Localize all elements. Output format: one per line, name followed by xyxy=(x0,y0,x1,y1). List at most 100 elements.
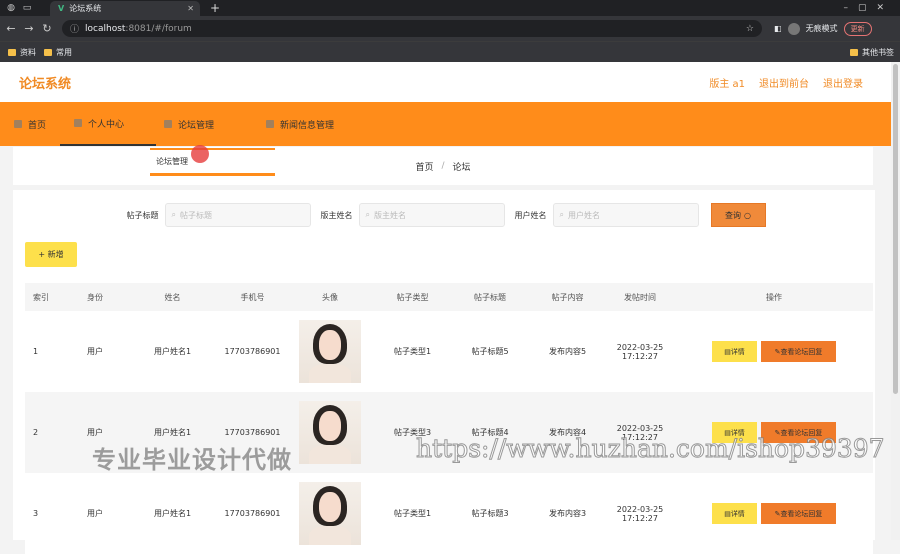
cell-actions: ▤ 详情 ✎ 查看论坛回复 xyxy=(675,311,873,392)
cell-time: 2022-03-25 17:12:27 xyxy=(605,473,675,554)
query-button[interactable]: 查询 ○ xyxy=(710,203,766,227)
avatar-image xyxy=(299,401,361,464)
browser-tab[interactable]: V 论坛系统 ✕ xyxy=(50,1,200,16)
doc-icon: ▤ xyxy=(724,347,731,356)
detail-button[interactable]: ▤ 详情 xyxy=(712,341,757,362)
browser-tab-strip: ◍ ▭ V 论坛系统 ✕ + –▢✕ xyxy=(0,0,900,16)
bookmarks-bar: 资料 常用 其他书签 xyxy=(0,41,900,62)
submenu-item-forum-manage[interactable]: 论坛管理 xyxy=(156,157,188,166)
close-tab-icon[interactable]: ✕ xyxy=(187,4,194,13)
main-menu: 首页 个人中心 论坛管理 新闻信息管理 xyxy=(0,102,891,146)
incognito-label: 无痕模式 xyxy=(805,24,838,33)
watermark-text: 专业毕业设计代做 xyxy=(92,446,292,474)
table-row: 1 用户 用户姓名1 17703786901 帖子类型1 帖子标题5 发布内容5… xyxy=(25,311,873,392)
cell-name: 用户姓名1 xyxy=(125,473,220,554)
front-link[interactable]: 退出到前台 xyxy=(759,75,809,90)
folder-icon xyxy=(44,48,52,56)
tab-search-icon[interactable]: ▭ xyxy=(22,3,32,13)
side-panel-icon[interactable]: ◧ xyxy=(774,24,782,33)
incognito-avatar-icon[interactable] xyxy=(787,22,800,35)
post-title-input[interactable]: ⌕ 帖子标题 xyxy=(164,203,311,227)
scrollbar-thumb[interactable] xyxy=(893,64,898,394)
watermark-url: https://www.huzhan.com/ishop39397 xyxy=(416,434,886,464)
search-label-user: 用户姓名 xyxy=(514,210,547,220)
breadcrumb-home[interactable]: 首页 xyxy=(415,160,433,173)
user-name-input[interactable]: ⌕ 用户姓名 xyxy=(552,203,699,227)
forward-icon[interactable]: → xyxy=(22,22,36,35)
detail-button[interactable]: ▤ 详情 xyxy=(712,503,757,524)
column-header: 身份 xyxy=(65,283,125,311)
submenu-dropdown: 论坛管理 xyxy=(150,148,275,176)
column-header: 操作 xyxy=(675,283,873,311)
bookmark-star-icon[interactable]: ☆ xyxy=(746,24,754,34)
window-controls[interactable]: –▢✕ xyxy=(843,0,894,16)
cell-phone: 17703786901 xyxy=(220,473,285,554)
cell-avatar xyxy=(285,311,375,392)
cell-content: 发布内容3 xyxy=(530,473,605,554)
column-header: 索引 xyxy=(25,283,65,311)
cell-phone: 17703786901 xyxy=(220,311,285,392)
column-header: 发帖时间 xyxy=(605,283,675,311)
back-icon[interactable]: ← xyxy=(4,22,18,35)
breadcrumb-separator: / xyxy=(441,161,445,171)
url-input[interactable]: ⓘ localhost:8081/#/forum ☆ xyxy=(62,20,762,37)
search-icon: ⌕ xyxy=(559,210,564,219)
doc-icon: ▤ xyxy=(724,509,731,518)
forum-table: 索引 身份 姓名 手机号 头像 帖子类型 帖子标题 帖子内容 发帖时间 操作 1… xyxy=(25,283,873,554)
update-button[interactable]: 更新 xyxy=(843,21,872,36)
home-icon xyxy=(14,120,22,128)
menu-item-personal-center[interactable]: 个人中心 xyxy=(60,102,157,146)
user-label: 版主 a1 xyxy=(709,78,745,90)
cell-content: 发布内容5 xyxy=(530,311,605,392)
folder-icon xyxy=(8,48,16,56)
search-icon: ⌕ xyxy=(171,210,176,219)
column-header: 帖子标题 xyxy=(450,283,530,311)
logout-link[interactable]: 退出登录 xyxy=(823,75,863,90)
search-icon: ○ xyxy=(744,210,751,220)
breadcrumb-current: 论坛 xyxy=(452,162,471,173)
site-info-icon[interactable]: ⓘ xyxy=(70,22,79,35)
view-replies-button[interactable]: ✎ 查看论坛回复 xyxy=(761,503,836,524)
bookmark-folder[interactable]: 资料 xyxy=(8,47,36,58)
click-indicator xyxy=(191,145,209,163)
cell-index: 1 xyxy=(25,311,65,392)
menu-item-home[interactable]: 首页 xyxy=(0,102,60,146)
address-bar-row: ← → ↻ ⓘ localhost:8081/#/forum ☆ ◧ 无痕模式 … xyxy=(0,16,900,41)
new-tab-icon[interactable]: + xyxy=(210,0,220,16)
url-path: :8081/#/forum xyxy=(125,23,192,34)
cell-title: 帖子标题3 xyxy=(450,473,530,554)
search-label-moderator: 版主姓名 xyxy=(320,210,353,220)
bookmark-folder[interactable]: 常用 xyxy=(44,47,72,58)
menu-item-news-manage[interactable]: 新闻信息管理 xyxy=(252,102,348,146)
cell-title: 帖子标题5 xyxy=(450,311,530,392)
browser-tab-title: 论坛系统 xyxy=(69,4,102,13)
breadcrumb: 首页 / 论坛 xyxy=(13,147,873,185)
cell-role: 用户 xyxy=(65,473,125,554)
vue-logo-icon: V xyxy=(58,4,65,13)
other-bookmarks[interactable]: 其他书签 xyxy=(850,47,894,58)
cell-name: 用户姓名1 xyxy=(125,311,220,392)
view-replies-button[interactable]: ✎ 查看论坛回复 xyxy=(761,341,836,362)
search-label-title: 帖子标题 xyxy=(126,210,159,220)
toolbar-right: ◧ 无痕模式 更新 xyxy=(774,21,872,36)
column-header: 姓名 xyxy=(125,283,220,311)
page-scrollbar[interactable] xyxy=(891,62,900,540)
folder-icon xyxy=(850,48,858,56)
cell-time: 2022-03-25 17:12:27 xyxy=(605,311,675,392)
globe-icon[interactable]: ◍ xyxy=(6,3,16,13)
column-header: 帖子类型 xyxy=(375,283,450,311)
reload-icon[interactable]: ↻ xyxy=(40,22,54,35)
avatar-image xyxy=(299,320,361,383)
column-header: 帖子内容 xyxy=(530,283,605,311)
content-panel: 帖子标题 ⌕ 帖子标题 版主姓名 ⌕ 版主姓名 用户姓名 ⌕ 用户姓名 查询 ○ + 新… xyxy=(13,190,875,554)
search-icon: ⌕ xyxy=(365,210,370,219)
add-button[interactable]: + 新增 xyxy=(25,242,77,267)
menu-item-forum-manage[interactable]: 论坛管理 xyxy=(156,102,252,146)
search-form: 帖子标题 ⌕ 帖子标题 版主姓名 ⌕ 版主姓名 用户姓名 ⌕ 用户姓名 查询 ○ xyxy=(13,203,875,227)
column-header: 头像 xyxy=(285,283,375,311)
forum-icon xyxy=(164,120,173,128)
cell-avatar xyxy=(285,392,375,473)
moderator-name-input[interactable]: ⌕ 版主姓名 xyxy=(358,203,505,227)
cell-actions: ▤ 详情 ✎ 查看论坛回复 xyxy=(675,473,873,554)
user-icon xyxy=(74,119,83,127)
